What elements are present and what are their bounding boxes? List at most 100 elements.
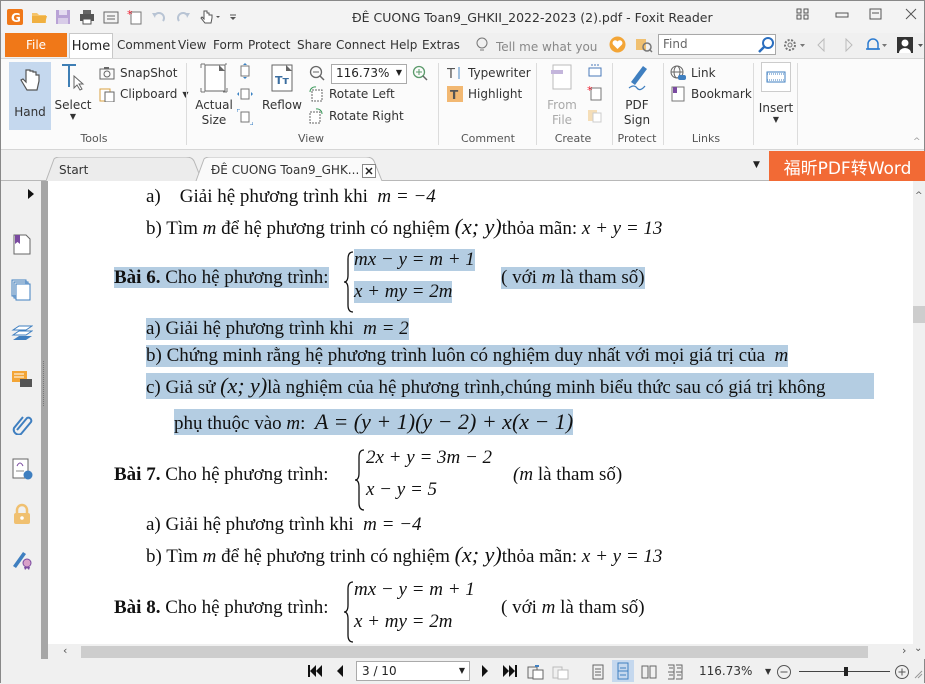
vertical-scroll-thumb[interactable] xyxy=(913,306,925,323)
expand-panel-icon[interactable] xyxy=(27,188,35,203)
foxit-logo-icon[interactable]: G xyxy=(7,9,23,25)
next-view-icon[interactable] xyxy=(552,664,570,680)
reflow-button[interactable]: Tт Reflow xyxy=(262,62,302,113)
blank-page-icon[interactable] xyxy=(587,63,603,82)
customize-toolbar-icon[interactable] xyxy=(229,9,237,25)
continuous-page-icon[interactable] xyxy=(612,660,634,682)
undo-icon[interactable] xyxy=(151,9,167,25)
close-icon[interactable] xyxy=(904,8,918,20)
zoom-in-icon[interactable] xyxy=(412,65,428,84)
tab-start[interactable]: Start xyxy=(59,158,88,181)
rotate-right-button[interactable]: Rotate Right xyxy=(308,108,404,124)
zoom-level-select[interactable]: 116.73% ▼ xyxy=(331,64,407,84)
new-blank-icon[interactable]: * xyxy=(587,84,603,104)
favorites-heart-icon[interactable] xyxy=(609,36,626,56)
panel-splitter[interactable] xyxy=(41,181,48,659)
bookmark-panel-icon[interactable] xyxy=(11,233,33,255)
clipboard-button[interactable]: Clipboard ▼ xyxy=(99,86,188,103)
link-button[interactable]: Link xyxy=(670,65,716,81)
zoom-slider[interactable] xyxy=(799,667,890,676)
hand-tool-icon[interactable] xyxy=(199,9,221,25)
typewriter-button[interactable]: T Typewriter xyxy=(446,65,531,82)
fit-visible-icon[interactable] xyxy=(236,108,254,128)
zoom-slider-thumb[interactable] xyxy=(844,667,849,676)
hand-tool-button[interactable]: Hand xyxy=(9,62,51,130)
highlight-button[interactable]: T Highlight xyxy=(447,86,522,102)
digital-sign-panel-icon[interactable] xyxy=(11,548,33,570)
tab-form[interactable]: Form xyxy=(213,38,243,52)
pdf-to-word-button[interactable]: 福昕PDF转Word xyxy=(769,151,925,181)
security-panel-icon[interactable] xyxy=(11,503,33,525)
from-clipboard-icon[interactable] xyxy=(587,107,603,126)
open-folder-icon[interactable] xyxy=(31,9,47,25)
snapshot-button[interactable]: SnapShot xyxy=(99,65,177,81)
settings-gear-icon[interactable] xyxy=(782,37,806,56)
zoom-dropdown-icon[interactable]: ▼ xyxy=(765,667,771,676)
pages-panel-icon[interactable] xyxy=(11,279,33,301)
select-tool-button[interactable]: Select ▼ xyxy=(54,62,92,121)
new-document-icon[interactable]: * xyxy=(127,8,143,25)
minimize-icon[interactable] xyxy=(835,8,849,20)
notification-bell-icon[interactable] xyxy=(865,37,887,56)
zoom-level-display[interactable]: 116.73% xyxy=(699,664,752,678)
user-avatar-icon[interactable] xyxy=(896,36,924,57)
tab-share[interactable]: Share xyxy=(297,38,332,52)
rotate-left-button[interactable]: Rotate Left xyxy=(308,86,395,102)
redo-icon[interactable] xyxy=(175,9,191,25)
signature-panel-icon[interactable] xyxy=(11,458,33,480)
first-page-icon[interactable] xyxy=(308,664,324,678)
zoom-out-icon[interactable] xyxy=(776,664,792,680)
single-page-icon[interactable] xyxy=(591,664,605,680)
horizontal-scrollbar[interactable]: ‹ › xyxy=(48,644,913,659)
fullscreen-icon[interactable] xyxy=(796,8,810,20)
close-tab-icon[interactable] xyxy=(362,164,376,178)
tab-connect[interactable]: Connect xyxy=(336,38,386,52)
previous-page-icon[interactable] xyxy=(335,664,345,678)
facing-pages-icon[interactable] xyxy=(641,664,657,680)
previous-view-icon[interactable] xyxy=(816,37,826,55)
continuous-facing-icon[interactable] xyxy=(667,664,683,680)
scroll-left-icon[interactable]: ‹ xyxy=(63,644,67,657)
tab-home[interactable]: Home xyxy=(69,33,113,58)
zoom-in-icon[interactable] xyxy=(894,664,910,680)
pdf-document-view[interactable]: a) Giải hệ phương trình khi m = −4 b) Tì… xyxy=(48,181,913,644)
tab-help[interactable]: Help xyxy=(390,38,417,52)
from-file-button[interactable]: From File xyxy=(544,62,580,128)
scan-icon[interactable] xyxy=(103,9,119,25)
pdf-sign-button[interactable]: PDF Sign xyxy=(618,62,656,128)
tab-view[interactable]: View xyxy=(178,38,206,52)
previous-view-icon[interactable] xyxy=(527,664,545,680)
tab-list-dropdown-icon[interactable]: ▼ xyxy=(753,160,760,170)
insert-button[interactable]: Insert ▼ xyxy=(759,62,793,124)
attachments-panel-icon[interactable] xyxy=(11,413,33,436)
tab-extras[interactable]: Extras xyxy=(422,38,460,52)
collapse-ribbon-icon[interactable]: ^ xyxy=(913,137,921,147)
search-icon[interactable] xyxy=(758,36,775,56)
scroll-right-icon[interactable]: › xyxy=(902,644,906,657)
fit-width-icon[interactable] xyxy=(237,86,253,105)
tab-protect[interactable]: Protect xyxy=(248,38,290,52)
next-page-icon[interactable] xyxy=(480,664,490,678)
layers-panel-icon[interactable] xyxy=(11,324,34,346)
maximize-icon[interactable] xyxy=(869,8,883,20)
actual-size-button[interactable]: Actual Size xyxy=(194,62,234,128)
scroll-up-icon[interactable]: ^ xyxy=(915,191,923,201)
tab-current-document[interactable]: ĐÊ CUONG Toan9_GHK... xyxy=(211,158,359,181)
horizontal-scroll-thumb[interactable] xyxy=(81,646,868,658)
last-page-icon[interactable] xyxy=(501,664,517,678)
zoom-out-icon[interactable] xyxy=(309,65,325,84)
fit-page-icon[interactable] xyxy=(237,63,253,82)
comments-panel-icon[interactable] xyxy=(11,369,33,391)
search-folder-icon[interactable] xyxy=(635,36,653,56)
tab-comment[interactable]: Comment xyxy=(117,38,176,52)
file-menu-button[interactable]: File xyxy=(5,33,67,57)
tell-me-search[interactable]: Tell me what you w xyxy=(476,37,597,56)
print-icon[interactable] xyxy=(79,9,95,25)
page-number-input[interactable]: 3 / 10 ▼ xyxy=(356,661,470,681)
vertical-scrollbar[interactable]: ^ ⌄ xyxy=(913,181,925,659)
next-view-icon[interactable] xyxy=(844,37,854,55)
scroll-down-icon[interactable]: ⌄ xyxy=(914,643,922,654)
bookmark-button[interactable]: Bookmark xyxy=(670,86,752,102)
save-icon[interactable] xyxy=(55,9,71,25)
resize-grip-icon[interactable] xyxy=(913,669,923,679)
